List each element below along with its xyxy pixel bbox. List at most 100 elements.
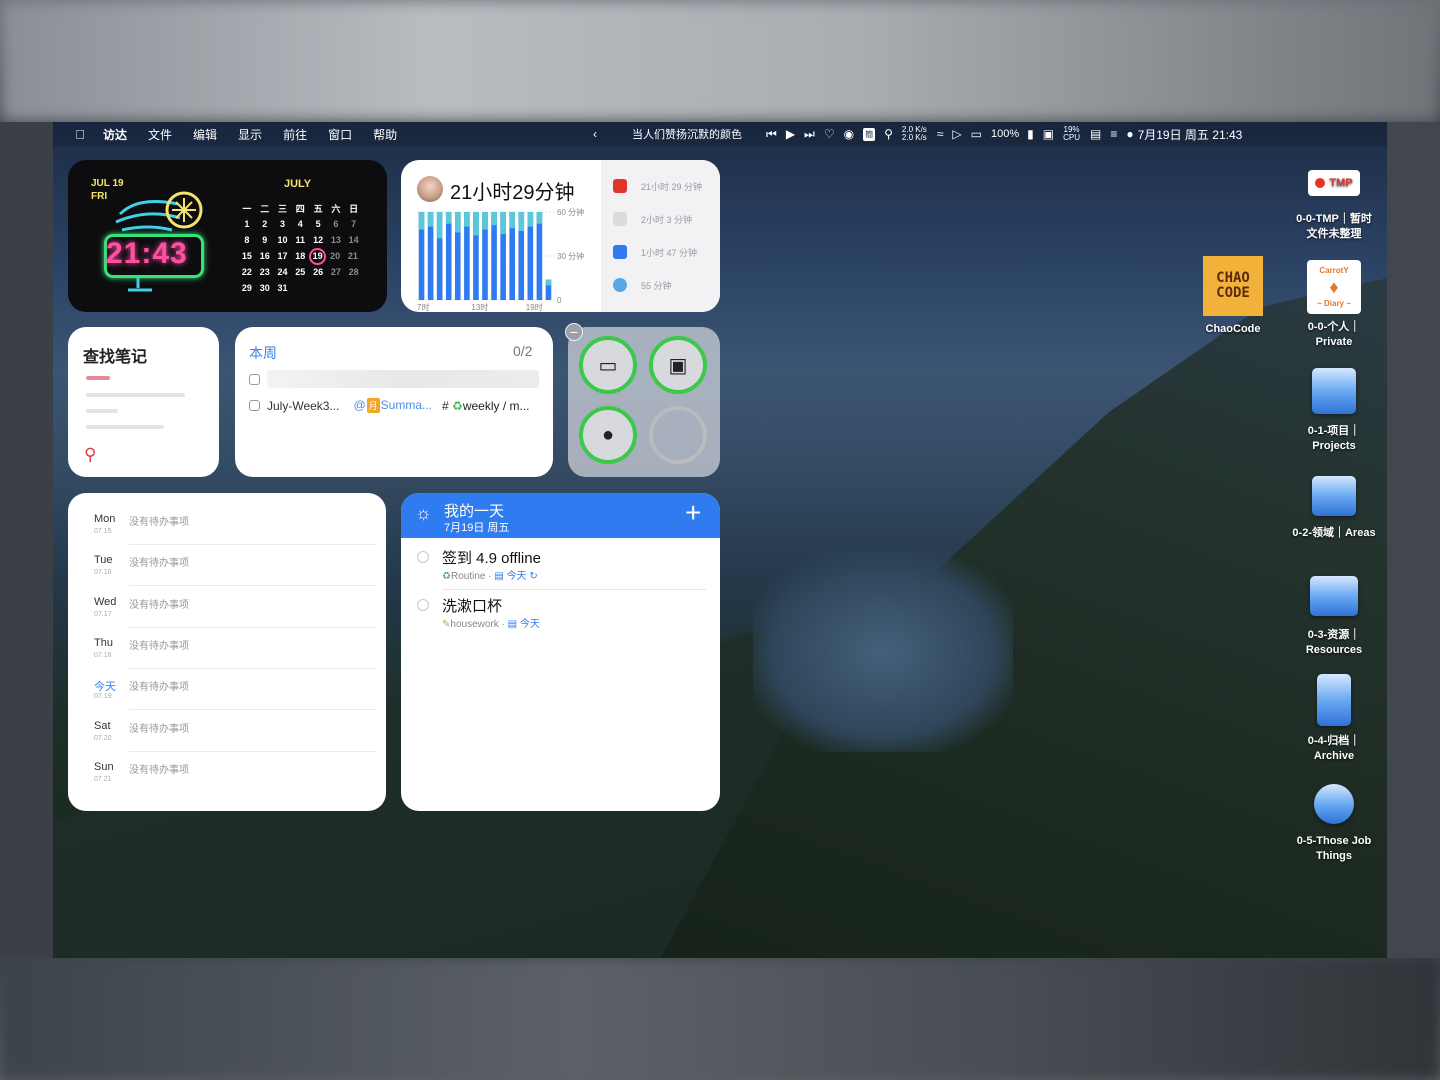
- next-track-icon[interactable]: ⏭: [804, 127, 815, 142]
- calendar-day: 9: [262, 235, 268, 245]
- menu-help[interactable]: 帮助: [373, 126, 397, 143]
- control-center-icon[interactable]: ≡: [1110, 127, 1117, 141]
- chart-bar-segment: [436, 212, 443, 239]
- find-notes-widget[interactable]: 查找笔记 ⚲: [68, 327, 219, 477]
- day-row[interactable]: Tue 07.16 没有待办事项: [68, 554, 386, 595]
- day-name: Mon: [94, 513, 116, 525]
- blurred-task-title: [267, 370, 539, 388]
- desktop-item-label: 0-3-资源｜: [1307, 629, 1361, 641]
- desktop-item-tmp[interactable]: TMP 0-0-TMP｜暂时 文件未整理: [1279, 170, 1387, 242]
- desktop-item-private[interactable]: CarrotY ♦ ~ Diary ~ 0-0-个人｜ Private: [1279, 260, 1387, 350]
- desktop-item-areas[interactable]: 0-2-领域｜Areas: [1279, 476, 1387, 541]
- input-method-icon[interactable]: 簡: [863, 127, 876, 141]
- screen-time-widget[interactable]: 21小时29分钟 60 分钟 30 分钟 0 7时 13时 19时 21小时 29 分钟 …: [401, 160, 720, 312]
- app-usage-row: 1小时 47 分钟: [613, 245, 697, 259]
- now-playing-title[interactable]: 当人们赞扬沉默的颜色: [632, 126, 742, 142]
- week-task-row[interactable]: July-Week3... @ 月 Summa... # ♻weekly / m..…: [249, 398, 530, 413]
- heart-icon[interactable]: ♡: [824, 127, 835, 141]
- screen-time-total: 21小时29分钟: [450, 182, 575, 204]
- search-status-icon[interactable]: ⚲: [884, 127, 893, 141]
- siri-icon[interactable]: ●: [1126, 127, 1133, 141]
- note-preview-bar: [86, 393, 185, 397]
- blurred-background-left: [0, 122, 53, 958]
- week-task-tag[interactable]: # ♻weekly / m...: [442, 399, 529, 413]
- calendar-day: 31: [277, 283, 288, 293]
- clock-calendar-widget[interactable]: JUL 19 FRI 21:43 JULY 一二三四五六日 1 2 3 4 5 6 7 8 9 10…: [68, 160, 387, 312]
- display-icon[interactable]: ▭: [971, 127, 982, 141]
- battery-percent[interactable]: 100%: [991, 128, 1019, 140]
- menu-file[interactable]: 文件: [148, 126, 172, 143]
- archive-folder-icon: [1317, 674, 1351, 726]
- search-icon[interactable]: ⚲: [84, 445, 96, 465]
- desktop-item-projects[interactable]: 0-1-项目｜ Projects: [1279, 368, 1387, 454]
- calendar-day: 15: [241, 251, 252, 261]
- menu-finder[interactable]: 访达: [103, 126, 127, 143]
- chevron-left-icon[interactable]: ‹: [593, 127, 597, 141]
- desktop-item-job-things[interactable]: 0-5-Those Job Things: [1279, 784, 1387, 864]
- card-icon[interactable]: ▤: [1090, 127, 1101, 141]
- menu-edit[interactable]: 编辑: [193, 126, 217, 143]
- day-row[interactable]: Sun 07.21 没有待办事项: [68, 761, 386, 802]
- this-week-widget[interactable]: 本周 0/2 July-Week3... @ 月 Summa... # ♻weekl…: [235, 327, 553, 477]
- chart-bar-segment: [445, 212, 452, 224]
- calendar-day: 4: [297, 219, 303, 229]
- wifi-icon[interactable]: ≈: [937, 127, 944, 141]
- calendar-weekday-row: 一二三四五六日: [238, 200, 363, 216]
- calendar-weekday: 六: [331, 203, 341, 214]
- areas-folder-icon: [1312, 476, 1356, 516]
- task-row[interactable]: 洗漱口杯 ✎housework · ▤ 今天: [401, 593, 720, 639]
- chart-y-tick-label: 60 分钟: [557, 207, 584, 217]
- day-row[interactable]: Mon 07.15 没有待办事项: [68, 513, 386, 554]
- task-complete-circle[interactable]: [417, 599, 429, 611]
- desktop-item-archive[interactable]: 0-4-归档｜ Archive: [1279, 674, 1387, 764]
- day-row[interactable]: 今天 07.19 没有待办事项: [68, 678, 386, 719]
- add-task-button[interactable]: +: [685, 497, 701, 529]
- week-task-tag-label: weekly / m...: [462, 398, 530, 413]
- menu-clock[interactable]: 7月19日 周五 21:43: [1138, 126, 1243, 143]
- day-empty-text: 没有待办事项: [129, 682, 189, 694]
- chart-bar-segment: [454, 212, 461, 233]
- globe-app-icon: [613, 278, 627, 292]
- week-task-link[interactable]: @ 月 Summa...: [353, 398, 432, 413]
- calendar-weekday: 四: [295, 203, 305, 214]
- app-status-icon[interactable]: ◉: [844, 127, 854, 141]
- calendar-week-row: 29 30 31: [238, 280, 363, 296]
- day-name: Wed: [94, 595, 117, 608]
- menu-go[interactable]: 前往: [283, 126, 307, 143]
- chart-bar-segment: [482, 212, 488, 230]
- desktop-item-label: 0-4-归档｜: [1307, 735, 1361, 747]
- carrot-diary-bottom: ~ Diary ~: [1317, 299, 1351, 308]
- task-checkbox[interactable]: [249, 373, 260, 385]
- weekly-todo-widget[interactable]: Mon 07.15 没有待办事项 Tue 07.16 没有待办事项 Wed 07.17 没有待办…: [68, 493, 386, 811]
- resources-folder-icon: [1310, 576, 1358, 616]
- previous-track-icon[interactable]: ⏮: [766, 127, 777, 142]
- week-task-row[interactable]: [249, 370, 539, 388]
- desktop-item-chaocode[interactable]: CHAO CODE ChaoCode: [1193, 256, 1273, 337]
- apple-logo-icon[interactable]: : [71, 127, 89, 142]
- cpu-meter[interactable]: 19% CPU: [1063, 126, 1080, 142]
- day-divider: [129, 750, 376, 752]
- play-circle-icon[interactable]: ▷: [952, 127, 961, 141]
- week-task-link-label: Summa...: [380, 398, 433, 412]
- day-divider: [129, 626, 376, 628]
- repeat-icon: ↻: [529, 571, 538, 582]
- play-icon[interactable]: ▶: [786, 127, 795, 141]
- my-day-header: ☼ 我的一天 7月19日 周五 +: [401, 493, 720, 538]
- recycle-icon: ♻: [442, 571, 451, 582]
- day-name: Sun: [94, 760, 114, 773]
- batteries-widget[interactable]: ▭ ▣ ●: [568, 327, 720, 477]
- menu-window[interactable]: 窗口: [328, 126, 352, 143]
- day-row[interactable]: Sat 07.20 没有待办事项: [68, 720, 386, 761]
- task-checkbox[interactable]: [249, 400, 260, 411]
- task-complete-circle[interactable]: [417, 551, 429, 563]
- day-row[interactable]: Wed 07.17 没有待办事项: [68, 596, 386, 637]
- remove-widget-button[interactable]: −: [565, 323, 583, 341]
- menu-view[interactable]: 显示: [238, 126, 262, 143]
- desktop-item-label: 0-2-领域｜Areas: [1292, 527, 1376, 539]
- my-day-widget[interactable]: ☼ 我的一天 7月19日 周五 + 签到 4.9 offline ♻Routin…: [401, 493, 720, 811]
- day-row[interactable]: Thu 07.18 没有待办事项: [68, 637, 386, 678]
- desktop-item-resources[interactable]: 0-3-资源｜ Resources: [1279, 576, 1387, 658]
- task-row[interactable]: 签到 4.9 offline ♻Routine · ▤ 今天 ↻: [401, 545, 720, 591]
- battery-icon[interactable]: ▮: [1027, 127, 1034, 141]
- photo-icon[interactable]: ▣: [1043, 127, 1054, 141]
